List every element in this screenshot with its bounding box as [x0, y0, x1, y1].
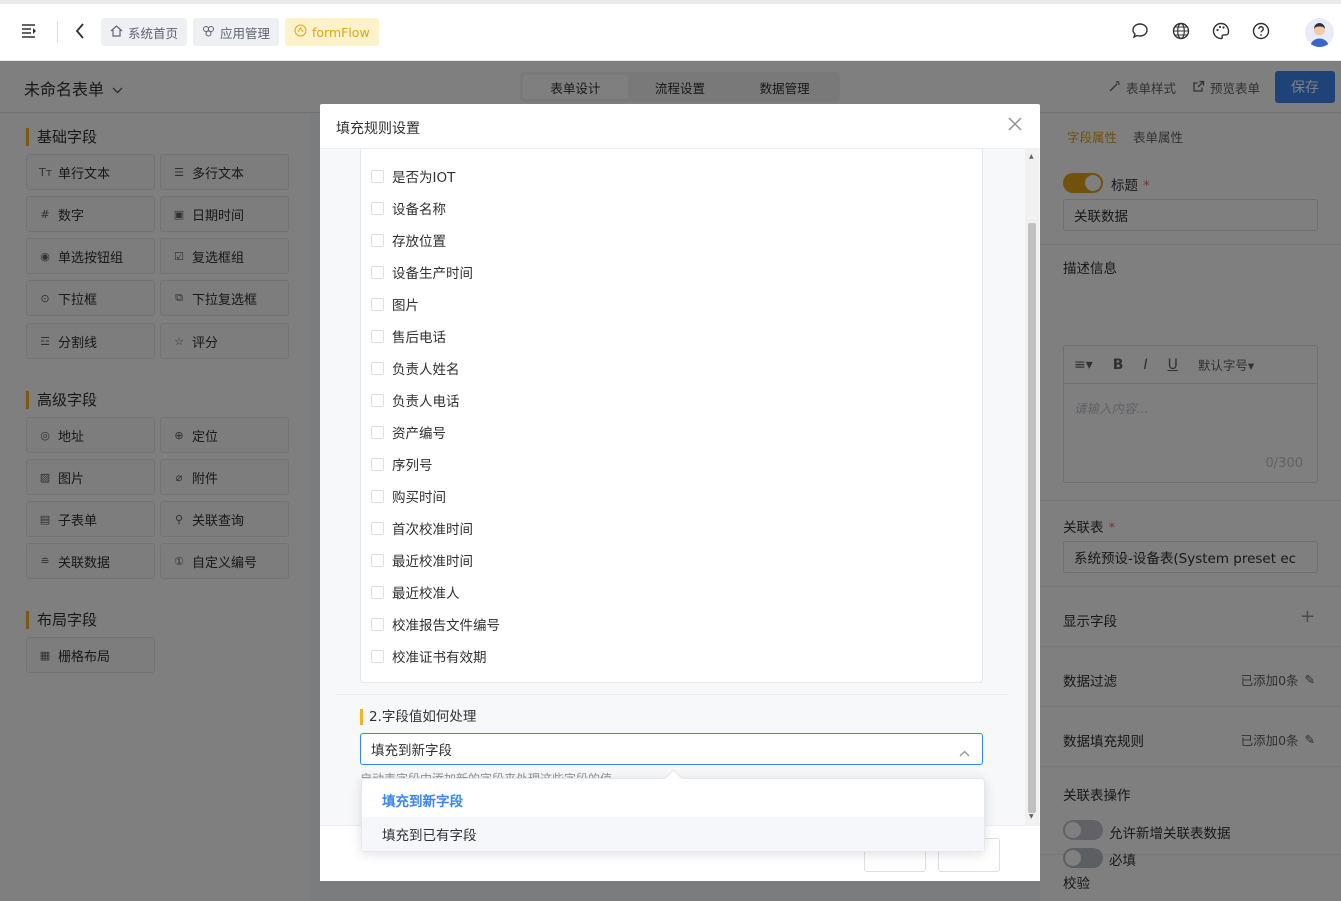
scroll-up-icon[interactable]: ▲	[1029, 153, 1034, 160]
list-item[interactable]: 存放位置	[371, 230, 446, 250]
option-fill-existing-field[interactable]: 填充到已有字段	[362, 817, 984, 851]
list-item[interactable]: 资产编号	[371, 422, 446, 442]
checkbox[interactable]	[371, 233, 384, 247]
checkbox[interactable]	[371, 169, 384, 183]
checkbox-label: 最近校准人	[392, 586, 460, 602]
checkbox-label: 序列号	[392, 458, 433, 474]
flow-icon	[294, 24, 307, 40]
list-item[interactable]: 是否为IOT	[371, 166, 455, 186]
list-item[interactable]: 校准证书有效期	[371, 646, 487, 666]
list-item[interactable]: 负责人电话	[371, 390, 460, 410]
checkbox[interactable]	[371, 553, 384, 567]
list-item[interactable]: 校准报告文件编号	[371, 614, 500, 634]
palette-icon[interactable]	[1212, 22, 1230, 40]
checkbox-label: 负责人电话	[392, 394, 460, 410]
message-icon[interactable]	[1131, 22, 1149, 40]
top-bar: 系统首页 应用管理 formFlow	[0, 0, 1341, 61]
scroll-down-icon[interactable]: ▼	[1029, 813, 1034, 820]
list-item[interactable]: 设备名称	[371, 198, 446, 218]
divider	[335, 694, 1007, 695]
checkbox[interactable]	[371, 457, 384, 471]
list-item[interactable]: 负责人姓名	[371, 358, 460, 378]
list-item[interactable]: 图片	[371, 294, 419, 314]
breadcrumb-label: 应用管理	[220, 25, 271, 41]
apps-icon	[202, 25, 215, 40]
checkbox[interactable]	[371, 329, 384, 343]
dialog-title: 填充规则设置	[336, 121, 420, 137]
checkbox-label: 校准证书有效期	[392, 650, 487, 666]
field-checkbox-list: 是否为IOT 设备名称 存放位置 设备生产时间 图片 售后电话 负责人姓名 负责…	[360, 149, 983, 683]
list-item[interactable]: 设备生产时间	[371, 262, 473, 282]
checkbox-label: 设备名称	[392, 202, 446, 218]
checkbox-label: 是否为IOT	[392, 170, 456, 186]
chevron-up-icon	[959, 745, 970, 761]
close-icon[interactable]	[1008, 117, 1024, 133]
list-item[interactable]: 最近校准时间	[371, 550, 473, 570]
fill-mode-dropdown: 填充到新字段 填充到已有字段	[361, 778, 985, 852]
scrollbar[interactable]: ▲ ▼	[1025, 149, 1039, 825]
checkbox-label: 最近校准时间	[392, 554, 473, 570]
list-item[interactable]: 最近校准人	[371, 582, 460, 602]
checkbox-label: 图片	[392, 298, 419, 314]
breadcrumb-label: formFlow	[312, 24, 370, 40]
checkbox-label: 校准报告文件编号	[392, 618, 500, 634]
back-icon[interactable]	[71, 22, 89, 40]
avatar[interactable]	[1305, 18, 1334, 47]
list-item[interactable]: 售后电话	[371, 326, 446, 346]
breadcrumb-home[interactable]: 系统首页	[101, 18, 188, 46]
breadcrumb-apps[interactable]: 应用管理	[193, 18, 280, 46]
checkbox-label: 资产编号	[392, 426, 446, 442]
checkbox-label: 负责人姓名	[392, 362, 460, 378]
dialog-body: 是否为IOT 设备名称 存放位置 设备生产时间 图片 售后电话 负责人姓名 负责…	[320, 149, 1040, 825]
list-item[interactable]: 购买时间	[371, 486, 446, 506]
dialog-header: 填充规则设置	[320, 104, 1040, 149]
checkbox-label: 购买时间	[392, 490, 446, 506]
checkbox[interactable]	[371, 649, 384, 663]
checkbox[interactable]	[371, 297, 384, 311]
fill-rule-dialog: 填充规则设置 是否为IOT 设备名称 存放位置 设备生产时间 图片 售后电话 负…	[320, 104, 1040, 881]
option-fill-new-field[interactable]: 填充到新字段	[362, 783, 984, 817]
globe-icon[interactable]	[1172, 22, 1190, 40]
home-icon	[110, 24, 123, 40]
hint-text: 启动表字段中添加新的字段来处理这些字段的值	[360, 770, 660, 778]
checkbox[interactable]	[371, 361, 384, 375]
checkbox[interactable]	[371, 201, 384, 215]
checkbox[interactable]	[371, 521, 384, 535]
checkbox-label: 设备生产时间	[392, 266, 473, 282]
section-title: 2.字段值如何处理	[360, 709, 476, 725]
checkbox[interactable]	[371, 393, 384, 407]
breadcrumb-formflow[interactable]: formFlow	[285, 18, 379, 46]
fill-mode-select[interactable]: 填充到新字段	[360, 733, 983, 765]
breadcrumb-label: 系统首页	[128, 25, 179, 41]
checkbox-label: 存放位置	[392, 234, 446, 250]
separator	[57, 21, 58, 43]
list-item[interactable]: 首次校准时间	[371, 518, 473, 538]
required-label: 必填	[1109, 853, 1136, 869]
menu-fold-icon[interactable]	[20, 22, 38, 40]
scrollbar-thumb[interactable]	[1028, 223, 1036, 813]
required-toggle[interactable]	[1063, 848, 1103, 868]
checkbox-label: 售后电话	[392, 330, 446, 346]
checkbox[interactable]	[371, 265, 384, 279]
checkbox[interactable]	[371, 585, 384, 599]
checkbox[interactable]	[371, 617, 384, 631]
select-value: 填充到新字段	[371, 743, 452, 759]
list-item[interactable]: 序列号	[371, 454, 433, 474]
checkbox[interactable]	[371, 489, 384, 503]
checkbox[interactable]	[371, 425, 384, 439]
checkbox-label: 首次校准时间	[392, 522, 473, 538]
help-icon[interactable]	[1252, 22, 1270, 40]
